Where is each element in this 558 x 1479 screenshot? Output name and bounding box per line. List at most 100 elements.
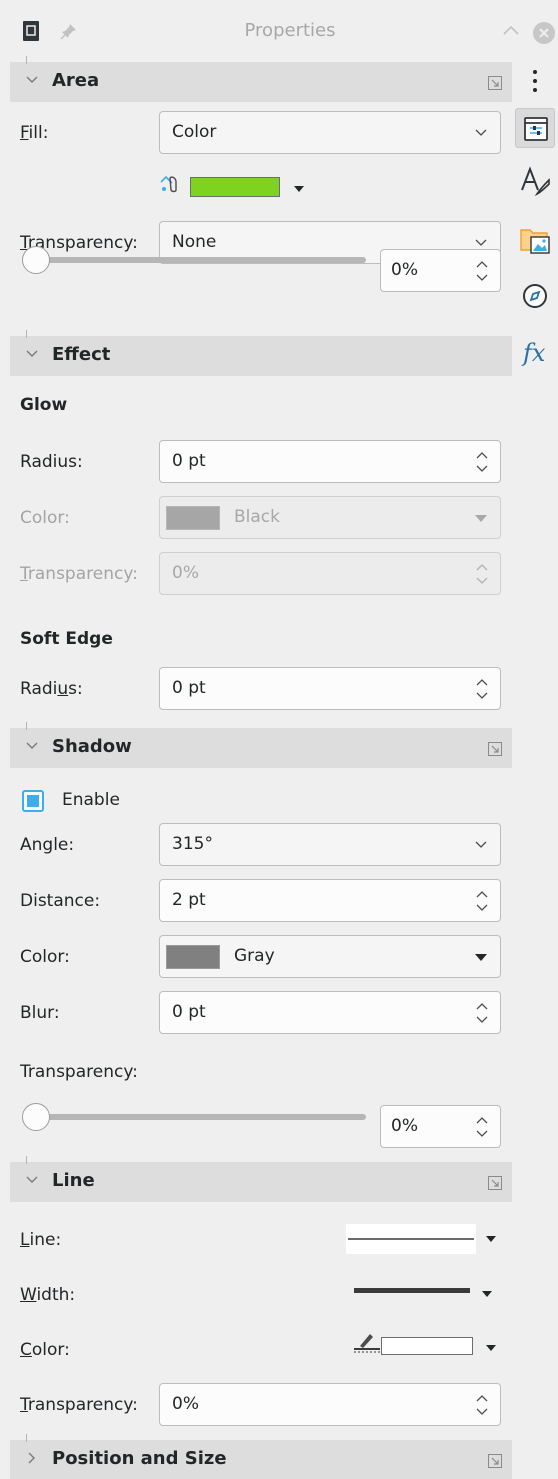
- chevron-down-icon: [475, 239, 487, 246]
- tab-styles[interactable]: [515, 162, 555, 202]
- functions-icon: fx: [521, 339, 546, 367]
- shadow-angle-value: 315°: [172, 834, 213, 854]
- shadow-transparency-spinbox[interactable]: 0%: [380, 1105, 501, 1148]
- soft-edge-radius-value: 0 pt: [172, 678, 206, 698]
- line-color-dropdown-arrow[interactable]: [486, 1345, 496, 1353]
- line-width-label: Width:: [20, 1285, 76, 1305]
- properties-icon: [524, 117, 548, 141]
- spin-arrows-icon[interactable]: [474, 1000, 490, 1026]
- line-width-preview[interactable]: [354, 1288, 470, 1293]
- soft-radius-label: Radius:: [20, 679, 83, 699]
- line-transparency-value: 0%: [172, 1394, 199, 1414]
- shadow-enable-label: Enable: [62, 790, 120, 810]
- shadow-blur-spinbox[interactable]: 0 pt: [159, 991, 501, 1034]
- area-header-title: Area: [52, 70, 100, 91]
- more-options-icon[interactable]: [488, 1454, 502, 1468]
- glow-radius-spinbox[interactable]: 0 pt: [159, 440, 501, 483]
- shadow-header-title: Shadow: [52, 736, 132, 757]
- line-color-icon[interactable]: [352, 1330, 382, 1354]
- shadow-color-select[interactable]: Gray: [159, 935, 501, 978]
- spin-arrows-icon[interactable]: [474, 888, 490, 914]
- tab-navigator[interactable]: [515, 276, 555, 316]
- sidebar-tab-bar: fx: [512, 62, 558, 1479]
- shadow-distance-label: Distance:: [20, 891, 101, 911]
- spin-arrows-icon[interactable]: [474, 449, 490, 475]
- glow-radius-value: 0 pt: [172, 451, 206, 471]
- more-options-icon[interactable]: [488, 1176, 502, 1190]
- effect-section-header[interactable]: Effect: [10, 330, 512, 376]
- tab-functions[interactable]: fx: [515, 332, 555, 372]
- tab-properties[interactable]: [515, 108, 555, 148]
- navigator-icon: [523, 284, 547, 308]
- shadow-blur-value: 0 pt: [172, 1002, 206, 1022]
- chevron-down-icon[interactable]: [24, 738, 40, 754]
- shadow-blur-label: Blur:: [20, 1003, 60, 1023]
- spin-arrows-icon[interactable]: [474, 1114, 490, 1140]
- properties-sidebar: Properties Area Fill: Color Transparency…: [0, 0, 558, 1479]
- gallery-icon: [520, 229, 550, 254]
- more-options-icon[interactable]: [488, 76, 502, 90]
- chevron-down-icon[interactable]: [24, 72, 40, 88]
- line-section-header[interactable]: Line: [10, 1156, 512, 1202]
- glow-color-value: Black: [234, 507, 280, 527]
- chevron-down-icon[interactable]: [24, 346, 40, 362]
- fill-color-swatch[interactable]: [190, 177, 280, 197]
- shadow-transparency-slider[interactable]: [30, 1114, 366, 1120]
- glow-color-swatch: [166, 506, 220, 530]
- sidebar-menu-icon[interactable]: [531, 68, 539, 94]
- svg-text:fx: fx: [521, 339, 546, 367]
- line-transparency-label: Transparency:: [20, 1395, 138, 1415]
- glow-color-select[interactable]: Black: [159, 496, 501, 539]
- fill-color-dropdown-arrow[interactable]: [294, 186, 304, 194]
- chevron-down-icon: [475, 129, 487, 136]
- chevron-down-icon[interactable]: [24, 1172, 40, 1188]
- shadow-transparency-label: Transparency:: [20, 1062, 138, 1082]
- close-icon[interactable]: [532, 21, 556, 45]
- area-slider-handle[interactable]: [22, 246, 50, 274]
- shadow-enable-checkbox[interactable]: [22, 790, 44, 812]
- shadow-color-swatch: [166, 945, 220, 969]
- shadow-angle-select[interactable]: 315°: [159, 823, 501, 866]
- shadow-distance-value: 2 pt: [172, 890, 206, 910]
- fill-type-select[interactable]: Color: [159, 111, 501, 154]
- glow-transparency-spinbox[interactable]: 0%: [159, 552, 501, 595]
- position-size-header-title: Position and Size: [52, 1448, 227, 1469]
- shadow-section-header[interactable]: Shadow: [10, 722, 512, 768]
- glow-title: Glow: [20, 395, 68, 415]
- shadow-color-value: Gray: [234, 946, 275, 966]
- area-section-header[interactable]: Area: [10, 56, 512, 102]
- line-style-dropdown-arrow[interactable]: [486, 1236, 496, 1244]
- position-size-section-header[interactable]: Position and Size: [10, 1434, 512, 1479]
- styles-icon: [521, 166, 550, 197]
- tab-gallery[interactable]: [515, 220, 555, 260]
- shadow-color-label: Color:: [20, 947, 70, 967]
- properties-panel: Area Fill: Color Transparency: None 0% E…: [0, 0, 512, 1479]
- fill-type-value: Color: [172, 122, 217, 142]
- soft-edge-radius-spinbox[interactable]: 0 pt: [159, 667, 501, 710]
- line-color-label: Color:: [20, 1340, 70, 1360]
- area-transparency-spinbox[interactable]: 0%: [380, 249, 501, 292]
- spin-arrows-icon[interactable]: [474, 1392, 490, 1418]
- area-transparency-slider[interactable]: [30, 257, 366, 263]
- chevron-down-icon: [475, 841, 487, 848]
- soft-edge-title: Soft Edge: [20, 629, 113, 649]
- spin-arrows-icon[interactable]: [474, 676, 490, 702]
- glow-color-label: Color:: [20, 508, 70, 528]
- glow-transparency-value: 0%: [172, 563, 199, 583]
- shadow-distance-spinbox[interactable]: 2 pt: [159, 879, 501, 922]
- glow-transparency-label: Transparency:: [20, 564, 138, 584]
- more-options-icon[interactable]: [488, 742, 502, 756]
- line-style-preview[interactable]: [346, 1224, 476, 1254]
- spin-arrows-icon[interactable]: [474, 258, 490, 284]
- glow-radius-label: Radius:: [20, 452, 83, 472]
- shadow-slider-handle[interactable]: [22, 1103, 50, 1131]
- spin-arrows-icon[interactable]: [474, 561, 490, 587]
- effect-header-title: Effect: [52, 344, 111, 365]
- line-transparency-spinbox[interactable]: 0%: [159, 1383, 501, 1426]
- area-transparency-value: None: [172, 232, 217, 252]
- chevron-right-icon[interactable]: [24, 1450, 40, 1466]
- fill-format-icon[interactable]: [158, 174, 184, 196]
- triangle-down-icon: [475, 515, 487, 522]
- line-color-swatch[interactable]: [381, 1337, 473, 1355]
- line-width-dropdown-arrow[interactable]: [482, 1291, 492, 1299]
